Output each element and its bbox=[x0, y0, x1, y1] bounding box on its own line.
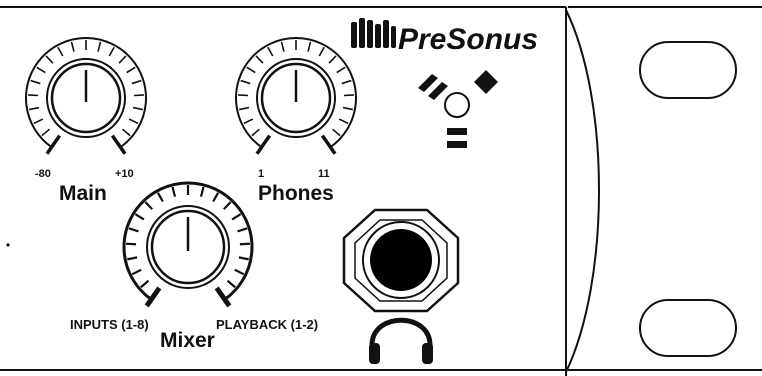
knob-tick bbox=[307, 41, 312, 52]
equals-icon bbox=[447, 128, 467, 148]
indicator-cluster bbox=[418, 70, 498, 148]
knob-tick bbox=[41, 128, 51, 137]
panel-screw-dot bbox=[6, 243, 10, 247]
knob-tick bbox=[240, 79, 251, 85]
knob-tick bbox=[343, 94, 354, 97]
main-max-label: +10 bbox=[115, 168, 134, 180]
knob-tick bbox=[338, 118, 349, 125]
knob-tick bbox=[121, 128, 131, 137]
mute-slashes-icon bbox=[418, 74, 448, 100]
panel-drawing: PreSonus -80 +10 Main 1 11 Phones INPUTS… bbox=[0, 6, 762, 376]
main-knob[interactable] bbox=[25, 37, 147, 155]
phones-max-label: 11 bbox=[318, 168, 330, 180]
knob-tick bbox=[108, 46, 115, 57]
knob-tick bbox=[255, 55, 264, 64]
knob-tick bbox=[318, 46, 325, 57]
knob-tick bbox=[70, 41, 75, 52]
knob-tick bbox=[133, 94, 144, 97]
knob-tick bbox=[128, 118, 139, 125]
knob-tick bbox=[28, 94, 39, 97]
knob-tick bbox=[126, 66, 136, 74]
knob-tick bbox=[36, 66, 46, 74]
main-label: Main bbox=[59, 182, 107, 205]
knob-tick bbox=[156, 192, 164, 203]
headphone-jack[interactable] bbox=[342, 208, 460, 313]
knob-tick bbox=[238, 94, 249, 97]
jack-socket[interactable] bbox=[370, 229, 432, 291]
knob-tick bbox=[239, 242, 250, 246]
mixer-label: Mixer bbox=[160, 329, 215, 352]
knob-tick bbox=[222, 201, 232, 211]
phones-label: Phones bbox=[258, 182, 334, 205]
knob-tick bbox=[234, 268, 245, 276]
rack-slot-bottom[interactable] bbox=[639, 299, 737, 357]
knob-tick bbox=[246, 66, 256, 74]
knob-tick bbox=[199, 186, 205, 197]
knob-tick bbox=[126, 242, 137, 246]
knob-tick bbox=[144, 201, 154, 211]
mixer-playback-label: PLAYBACK (1-2) bbox=[216, 317, 318, 332]
knob-tick bbox=[341, 79, 352, 85]
knob-tick bbox=[128, 227, 139, 233]
rack-slot-top[interactable] bbox=[639, 41, 737, 99]
knob-tick bbox=[342, 106, 353, 111]
knob-tick bbox=[231, 213, 242, 221]
knob-tick bbox=[171, 186, 177, 197]
mixer-knob[interactable] bbox=[122, 181, 254, 308]
brand-logo: PreSonus bbox=[351, 18, 538, 56]
knob-tick bbox=[280, 41, 285, 52]
knob-tick bbox=[226, 279, 236, 289]
knob-tick bbox=[131, 79, 142, 85]
knob-tick bbox=[212, 192, 220, 203]
knob-tick bbox=[97, 41, 102, 52]
phones-min-label: 1 bbox=[258, 168, 264, 180]
knob-tick bbox=[134, 213, 145, 221]
knob-tick bbox=[127, 256, 138, 261]
knob-tick bbox=[45, 55, 54, 64]
mixer-inputs-label: INPUTS (1-8) bbox=[70, 317, 149, 332]
brand-name: PreSonus bbox=[398, 23, 538, 56]
phones-knob[interactable] bbox=[235, 37, 357, 155]
knob-tick bbox=[331, 128, 341, 137]
main-min-label: -80 bbox=[35, 168, 51, 180]
knob-tick bbox=[118, 55, 127, 64]
knob-tick bbox=[328, 55, 337, 64]
diamond-icon bbox=[474, 70, 498, 94]
headphone-icon bbox=[369, 317, 433, 364]
knob-tick bbox=[238, 256, 249, 261]
knob-tick bbox=[57, 46, 64, 57]
knob-tick bbox=[131, 268, 142, 276]
status-led bbox=[444, 92, 470, 118]
rack-ear-curve bbox=[565, 9, 600, 373]
knob-tick bbox=[336, 66, 346, 74]
knob-tick bbox=[239, 106, 250, 111]
knob-tick bbox=[132, 106, 143, 111]
device-front-panel: PreSonus -80 +10 Main 1 11 Phones INPUTS… bbox=[0, 0, 762, 376]
knob-tick bbox=[29, 106, 40, 111]
knob-tick bbox=[251, 128, 261, 137]
presonus-logo-icon bbox=[351, 18, 396, 48]
knob-tick bbox=[267, 46, 274, 57]
knob-tick bbox=[140, 279, 150, 289]
knob-tick bbox=[33, 118, 44, 125]
knob-tick bbox=[30, 79, 41, 85]
knob-tick bbox=[243, 118, 254, 125]
knob-tick bbox=[237, 227, 248, 233]
